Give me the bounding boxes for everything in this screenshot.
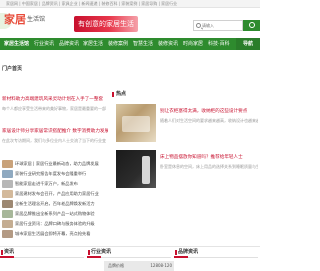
list-item[interactable]: 家居品牌推出全新系列产品一站式购物体验 bbox=[15, 210, 107, 218]
nav-guide-button[interactable]: 导航 bbox=[236, 38, 260, 50]
main-nav: 家居生活馆 行业资讯 品牌资讯 家居生活 装修案例 智慧生活 装修资讯 时尚家居… bbox=[0, 38, 260, 50]
header-slogan-banner: 有创意的家居生活 bbox=[74, 16, 138, 32]
feature-headline-2[interactable]: 家居设计师分享家居常识搭配推介 数字消费助力发展新格局 bbox=[2, 128, 108, 135]
hot-summary-2: 卧室是休息的空间，床上用品的选择关系到睡眠质量与生活品质 bbox=[160, 164, 258, 169]
nav-item-cases[interactable]: 装修案例 bbox=[108, 38, 128, 50]
nav-item-smart[interactable]: 智慧生活 bbox=[133, 38, 153, 50]
list-item[interactable]: 家装行业研究报告年度发布会隆重举行 bbox=[15, 170, 107, 178]
nav-item-renovation[interactable]: 装修资讯 bbox=[158, 38, 178, 50]
search-box[interactable] bbox=[193, 20, 243, 31]
bottom-section-news: 资讯 bbox=[0, 247, 86, 271]
list-thumbnail[interactable] bbox=[2, 160, 13, 168]
search-input[interactable] bbox=[202, 22, 242, 29]
section-divider bbox=[0, 256, 84, 258]
section-divider bbox=[174, 256, 258, 258]
left-column: 门户首页 新材料助力高端建筑风采灵动计划在入手了一整套 每个人都应享受生活带来的… bbox=[0, 50, 108, 246]
feature-summary-1: 每个人都应享受生活带来的美好事物，家居是最重要的一部分，把握住当前形式 bbox=[2, 106, 106, 111]
nav-item-brand[interactable]: 品牌资讯 bbox=[59, 38, 79, 50]
list-item[interactable]: 家居建材发布会召开，产品应用助力家居行业 bbox=[15, 190, 107, 198]
list-thumbnail[interactable] bbox=[2, 180, 13, 188]
promo-label: 品牌价格 bbox=[108, 263, 124, 268]
nav-item-tech[interactable]: 科技·百科 bbox=[208, 38, 230, 50]
nav-item-life[interactable]: 家居生活 bbox=[83, 38, 103, 50]
list-thumbnail[interactable] bbox=[2, 220, 13, 228]
site-logo-subtitle: 生活馆 bbox=[27, 16, 46, 23]
search-button[interactable] bbox=[243, 20, 260, 31]
nav-item-home[interactable]: 家居生活馆 bbox=[4, 38, 29, 50]
bottom-sections: 资讯 行业资讯 品牌资讯 品牌价格 12808·120 bbox=[0, 246, 260, 271]
top-links[interactable]: 家居网 | 中国家居 | 品牌资讯 | 家具企业 | 新闻速递 | 装修百科 |… bbox=[6, 1, 256, 6]
list-item[interactable]: 智能家居走进千家万户，新品发布 bbox=[15, 180, 107, 188]
site-logo[interactable]: 家居 bbox=[4, 13, 26, 27]
list-item[interactable]: 全新生活理念开启，百年老品牌焕发新活力 bbox=[15, 200, 107, 208]
list-thumbnail[interactable] bbox=[2, 230, 13, 238]
feature-headline-1[interactable]: 新材料助力高端建筑风采灵动计划在入手了一整套 bbox=[2, 96, 108, 103]
search-icon bbox=[196, 23, 201, 28]
bottom-section-title[interactable]: 行业资讯 bbox=[87, 249, 111, 256]
bottom-section-title[interactable]: 资讯 bbox=[0, 249, 14, 256]
hot-headline-2[interactable]: 床上物品摆放你知道吗？推荐给年轻人士 bbox=[160, 154, 260, 161]
list-item[interactable]: 家居行业资讯：品牌口碑与服务体验的升级 bbox=[15, 220, 107, 228]
list-thumbnail[interactable] bbox=[2, 170, 13, 178]
hot-article-image-1[interactable] bbox=[116, 104, 156, 142]
bottom-promo-thumbnail[interactable]: 品牌价格 12808·120 bbox=[104, 261, 174, 271]
list-thumbnail[interactable] bbox=[2, 190, 13, 198]
top-utility-bar: 家居网 | 中国家居 | 品牌资讯 | 家具企业 | 新闻速递 | 装修百科 |… bbox=[0, 0, 260, 8]
section-divider bbox=[87, 256, 171, 258]
hot-article-image-2[interactable] bbox=[116, 150, 156, 188]
hot-headline-1[interactable]: 别让衣柜塞得太满，收纳柜的这些设计要点 bbox=[160, 108, 260, 115]
bottom-section-title[interactable]: 品牌资讯 bbox=[174, 249, 198, 256]
bottom-section-brand: 品牌资讯 bbox=[174, 247, 260, 271]
list-item[interactable]: 城市家居生活展会即将开幕，亮点抢先看 bbox=[15, 230, 107, 238]
list-thumbnail[interactable] bbox=[2, 210, 13, 218]
nav-item-fashion[interactable]: 时尚家居 bbox=[183, 38, 203, 50]
right-column: 热点 别让衣柜塞得太满，收纳柜的这些设计要点 随着人们对生活空间的要求越来越高，… bbox=[110, 50, 260, 246]
nav-item-industry[interactable]: 行业资讯 bbox=[34, 38, 54, 50]
list-thumbnail[interactable] bbox=[2, 200, 13, 208]
section-title-hot: 热点 bbox=[111, 91, 127, 97]
promo-number: 12808·120 bbox=[150, 263, 172, 268]
feature-summary-2: 在此次专访期间，我们与多位业内人士交流了当下的行业变化... bbox=[2, 138, 106, 143]
hot-summary-1: 随着人们对生活空间的要求越来越高，收纳设计也越来越受欢迎 bbox=[160, 118, 258, 123]
section-title-home: 门户首页 bbox=[2, 66, 23, 72]
site-header: 家居 生活馆 有创意的家居生活 bbox=[0, 9, 260, 38]
list-item[interactable]: 环球家居 | 家居行业最新动态，助力品牌发展 bbox=[15, 160, 107, 168]
